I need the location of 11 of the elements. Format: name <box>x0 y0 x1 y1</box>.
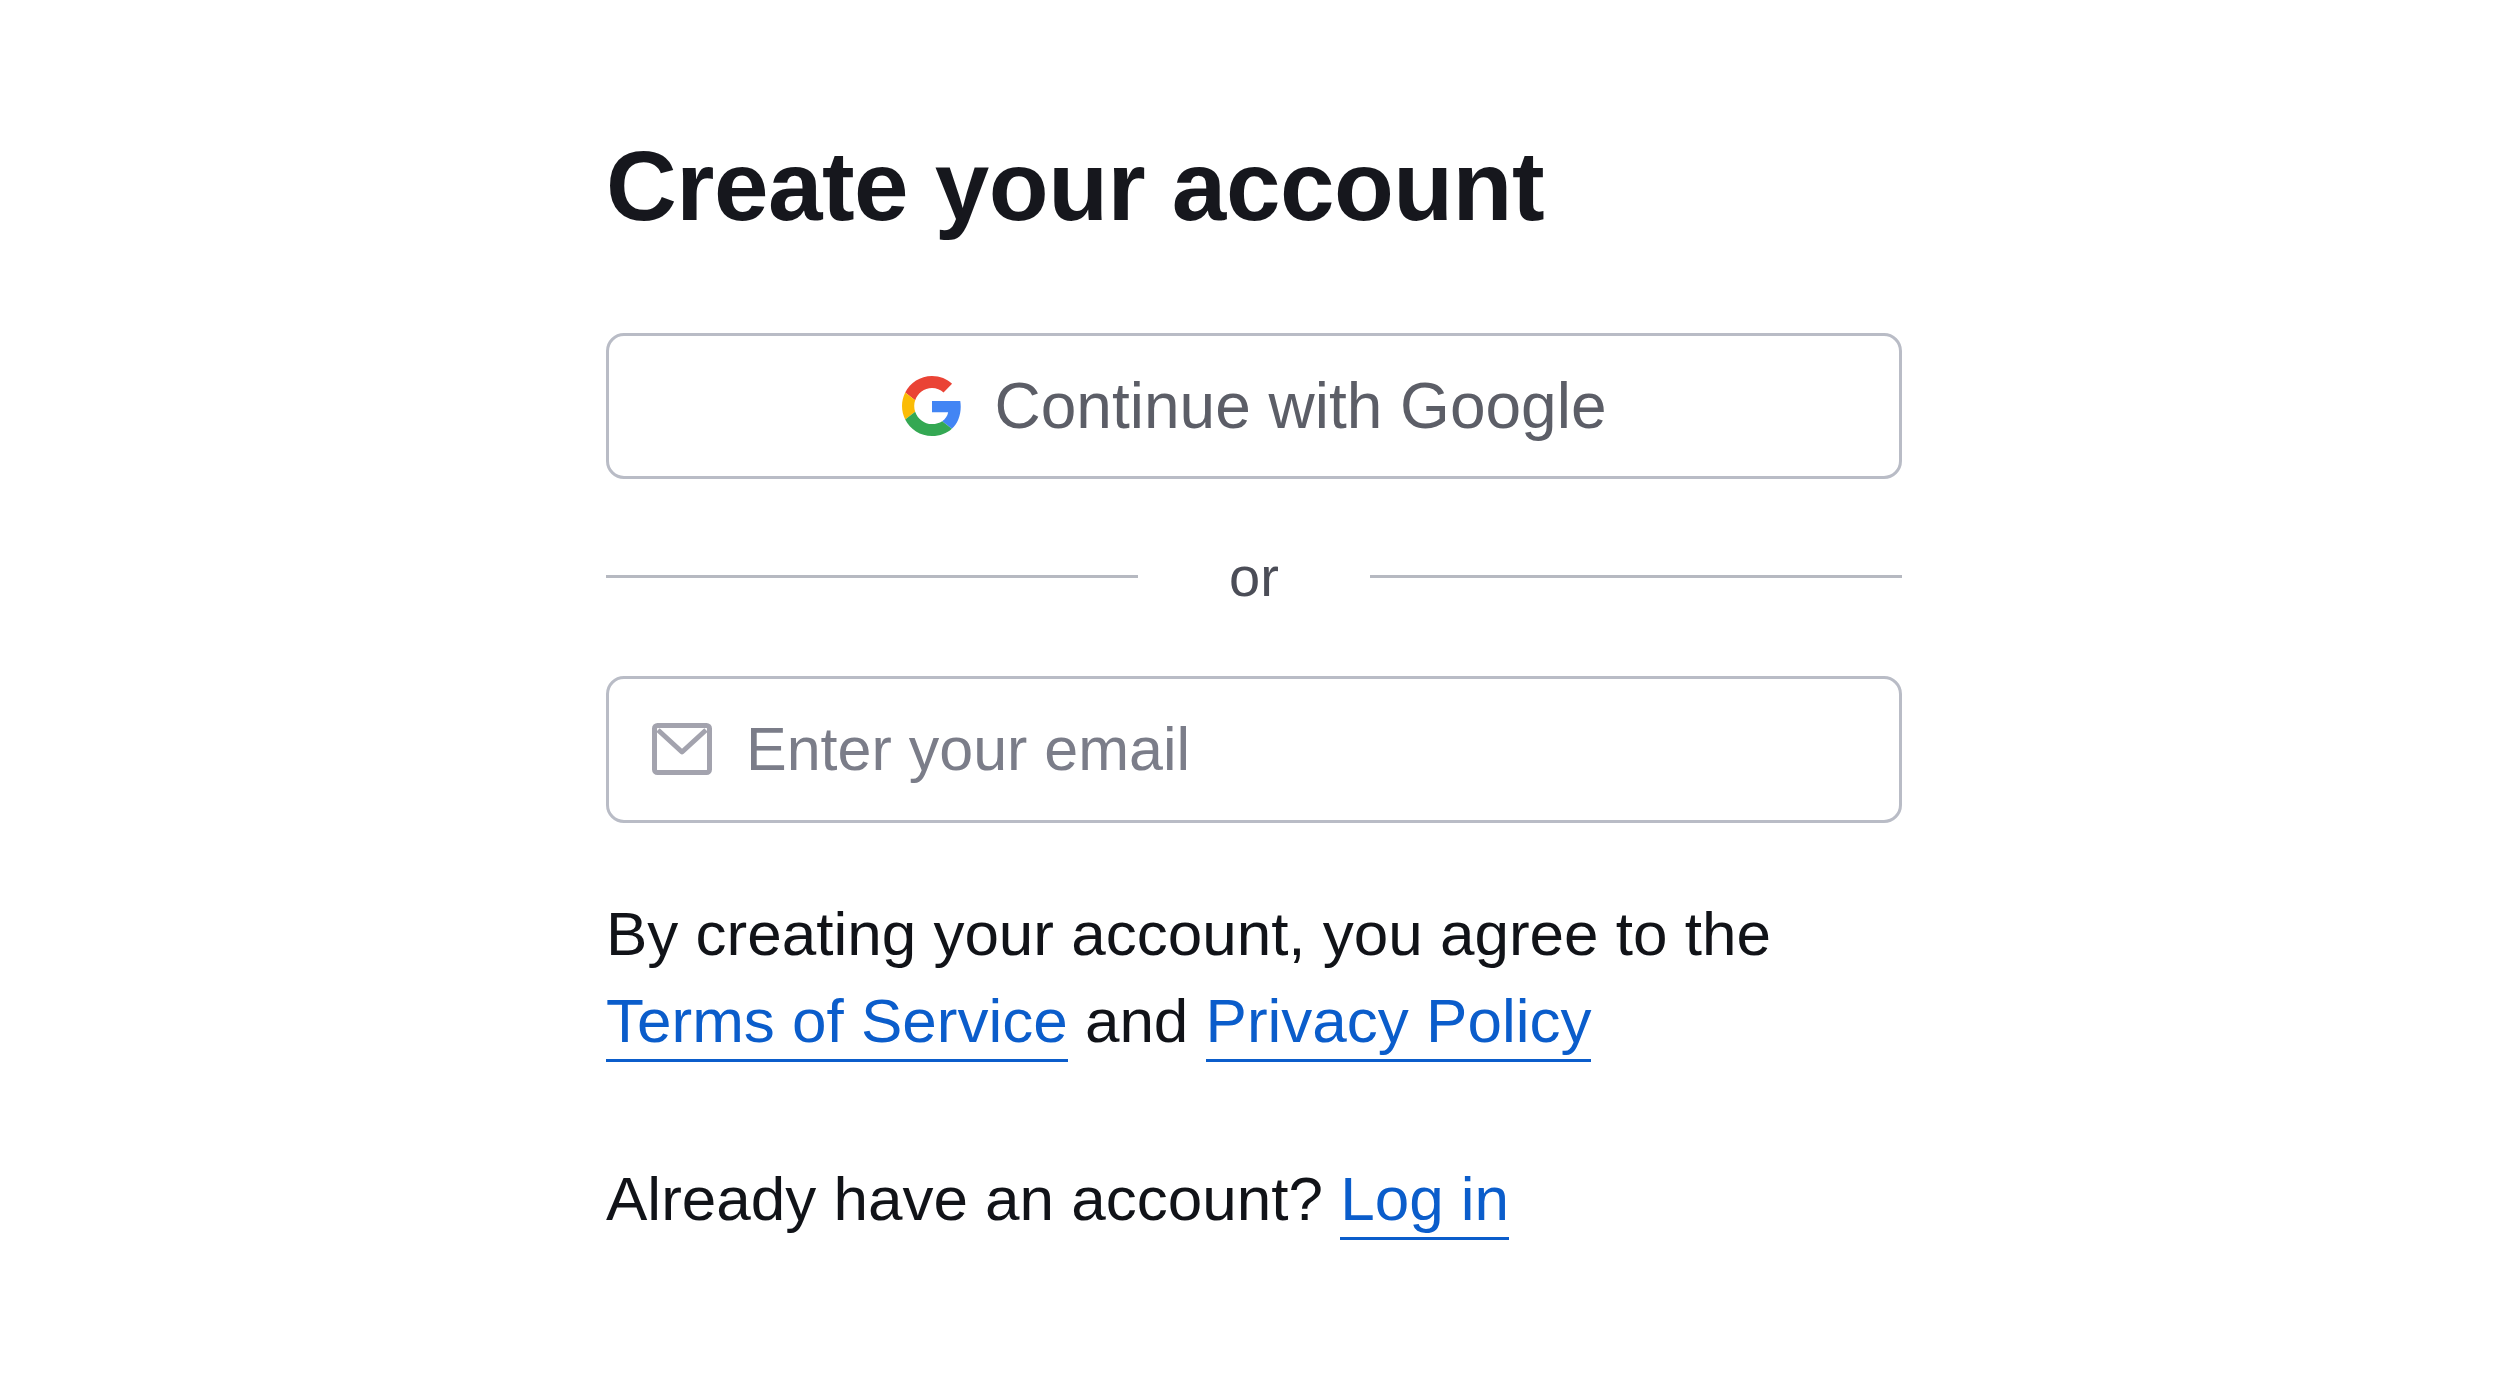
email-field[interactable]: Enter your email <box>606 675 1902 823</box>
envelope-icon <box>652 722 712 775</box>
login-prompt: Already have an account? Log in <box>606 1154 1902 1242</box>
g-logo-icon <box>901 375 962 436</box>
login-link[interactable]: Log in <box>1340 1163 1510 1240</box>
privacy-link[interactable]: Privacy Policy <box>1205 985 1592 1062</box>
terms-notice: By creating your account, you agree to the Terms of Service and Privacy Policy <box>606 889 1902 1064</box>
page-title: Create your account <box>606 130 1546 243</box>
terms-link[interactable]: Terms of Service <box>606 985 1068 1062</box>
google-sign-in-button[interactable]: Continue with Google <box>606 332 1902 479</box>
divider-label: or <box>1228 546 1280 607</box>
